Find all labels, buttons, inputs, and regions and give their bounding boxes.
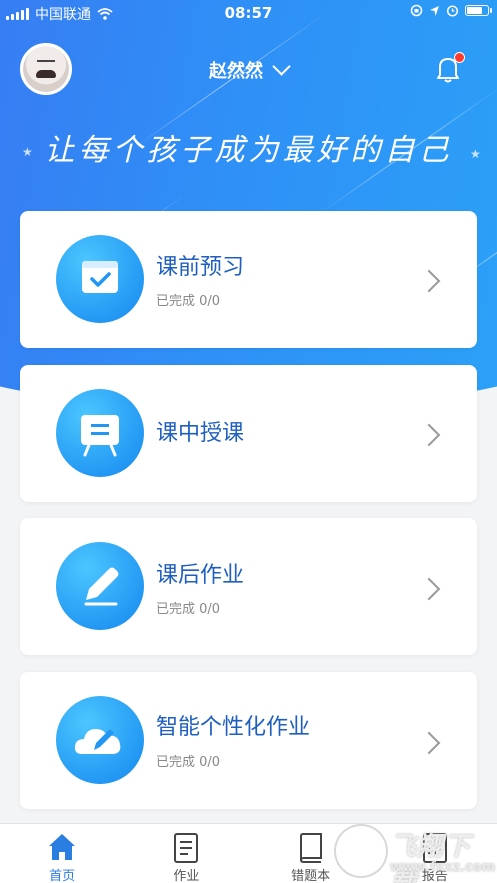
watermark-url: www.fxxz.com xyxy=(390,860,496,875)
rotation-lock-icon xyxy=(410,4,423,17)
notification-badge xyxy=(454,52,465,63)
tab-label: 首页 xyxy=(49,869,76,883)
card-title: 智能个性化作业 xyxy=(156,715,311,740)
user-switcher: 赵然然 xyxy=(0,57,497,83)
slogan: 让每个孩子成为最好的自己 xyxy=(44,133,453,168)
card-preview-study[interactable]: 课前预习 已完成 0/0 xyxy=(20,211,477,348)
tab-home[interactable]: 首页 xyxy=(0,824,124,883)
card-progress: 已完成 0/0 xyxy=(156,602,221,617)
card-personalized-homework[interactable]: 智能个性化作业 已完成 0/0 xyxy=(20,672,477,809)
card-progress: 已完成 0/0 xyxy=(156,755,221,770)
tab-homework[interactable]: 作业 xyxy=(124,824,248,883)
user-switcher-button[interactable]: 赵然然 xyxy=(209,57,291,83)
pencil-icon xyxy=(56,542,144,630)
alarm-icon xyxy=(446,5,459,17)
card-title: 课中授课 xyxy=(156,421,245,446)
document-icon xyxy=(174,833,199,863)
chevron-right-icon xyxy=(417,731,441,755)
cloud-pencil-icon xyxy=(56,696,144,784)
chevron-right-icon xyxy=(417,577,441,601)
chevron-right-icon xyxy=(417,423,441,447)
watermark: 飞翔下载 www.fxxz.com xyxy=(330,822,496,883)
home-icon xyxy=(49,834,76,860)
chevron-right-icon xyxy=(417,269,441,293)
battery-icon xyxy=(465,5,492,16)
chevron-down-icon xyxy=(272,57,291,76)
presentation-board-icon xyxy=(56,389,144,477)
home-screen: ★ ★ 中国联通 08:57 赵然然 让每个孩子成为最好的自己 课前预习 已完成… xyxy=(0,0,497,883)
card-in-class[interactable]: 课中授课 xyxy=(20,365,477,502)
tab-label: 作业 xyxy=(173,869,200,883)
card-title: 课前预习 xyxy=(156,255,245,280)
card-progress: 已完成 0/0 xyxy=(156,294,221,309)
book-icon xyxy=(299,833,322,863)
card-title: 课后作业 xyxy=(156,563,245,588)
card-homework[interactable]: 课后作业 已完成 0/0 xyxy=(20,518,477,655)
status-bar: 中国联通 08:57 xyxy=(0,0,497,26)
watermark-logo-icon xyxy=(334,824,388,878)
location-icon xyxy=(430,5,439,16)
calendar-check-icon xyxy=(56,235,144,323)
notification-button[interactable] xyxy=(434,52,465,84)
username-label: 赵然然 xyxy=(209,61,263,82)
